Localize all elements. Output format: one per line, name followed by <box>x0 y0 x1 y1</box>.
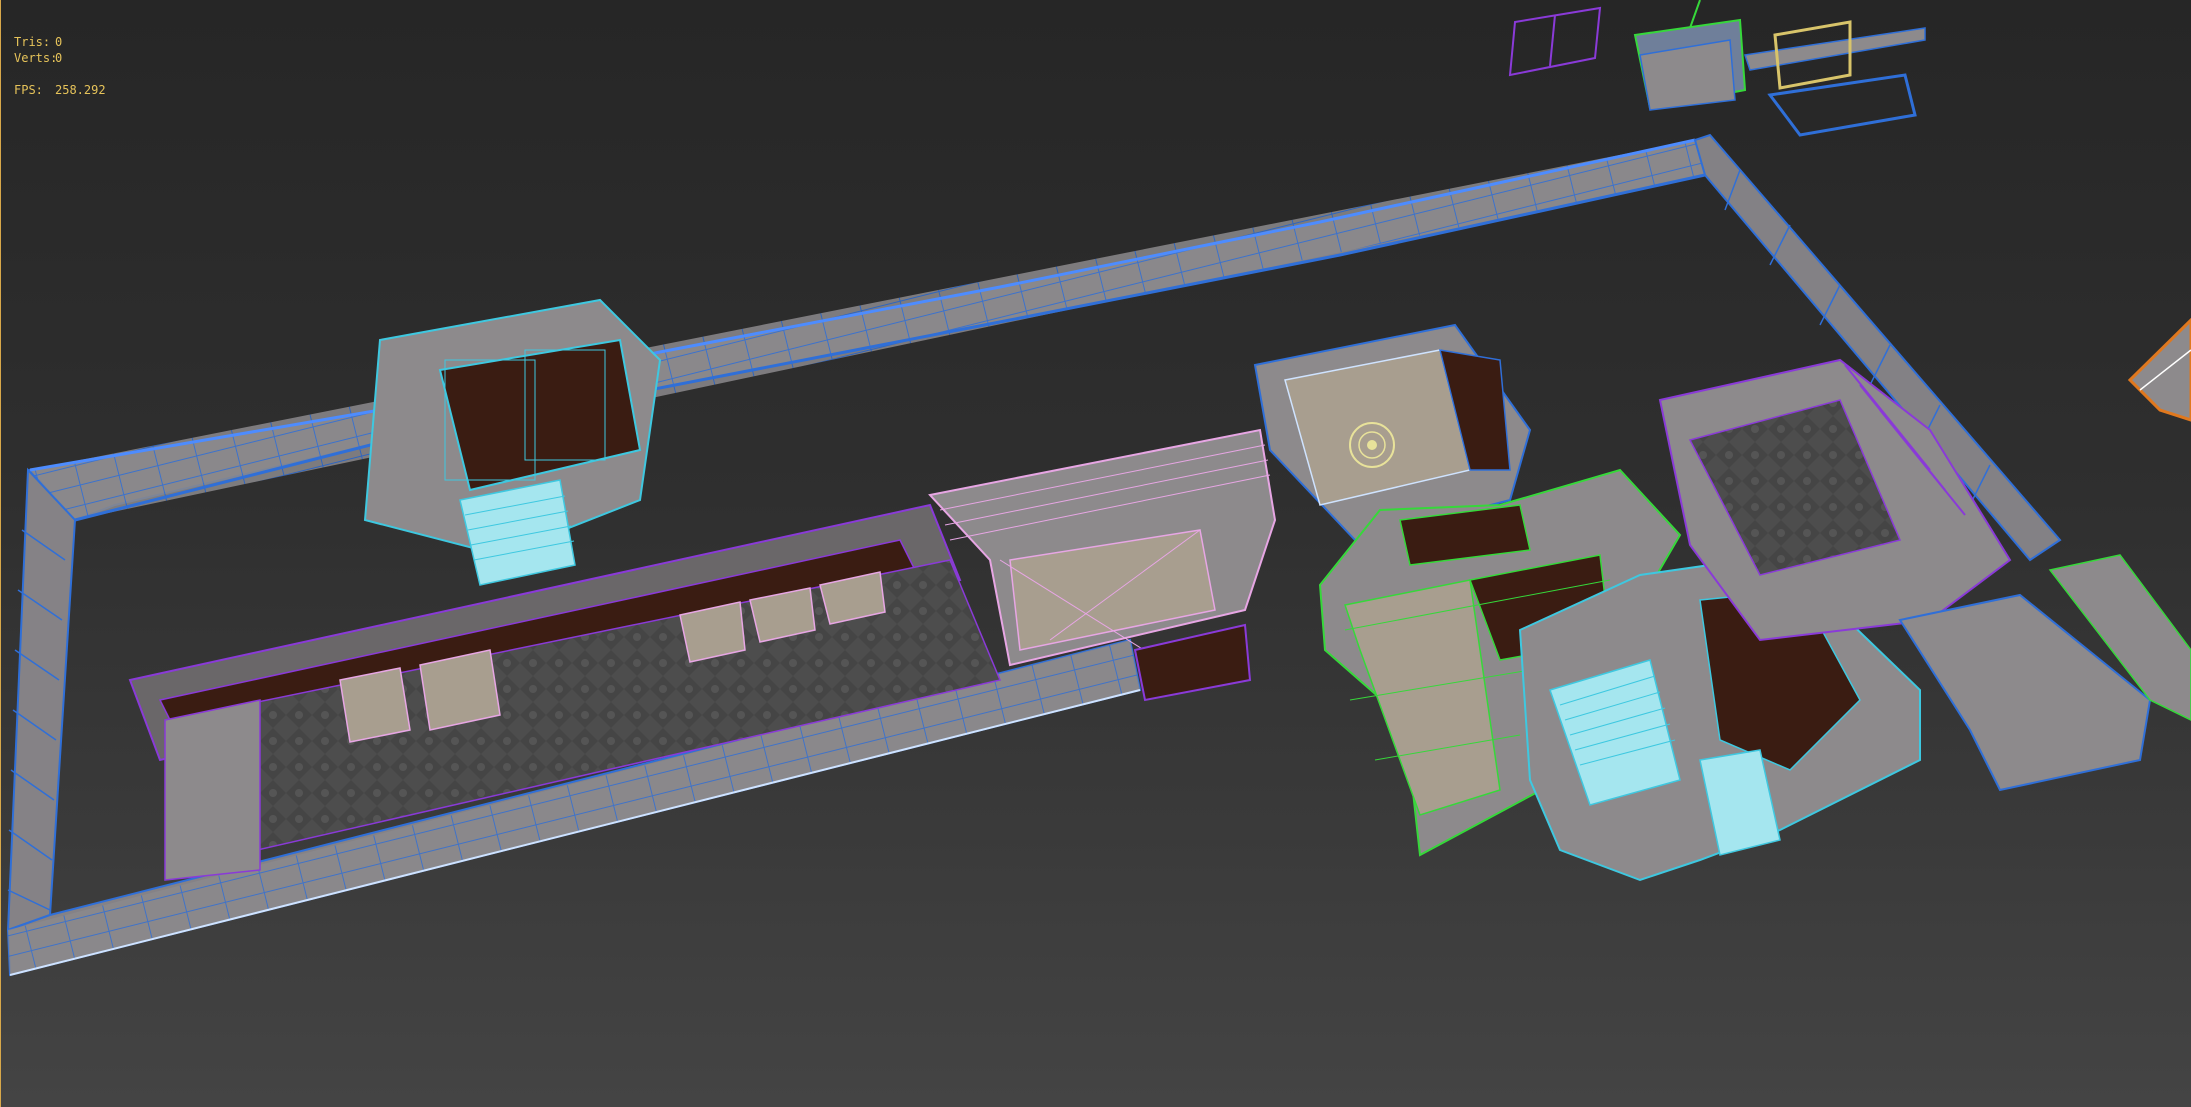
floating-parts[interactable] <box>1508 0 1926 137</box>
viewport-statistics: Tris: 0 Verts: 0 FPS: 258.292 <box>14 34 106 98</box>
verts-value: 0 <box>55 51 63 65</box>
tris-stat: Tris: 0 <box>14 34 106 50</box>
fps-value: 258.292 <box>55 83 106 97</box>
stair-block-left[interactable] <box>363 298 662 586</box>
verts-label: Verts: <box>14 51 58 65</box>
wireframe-scene[interactable] <box>0 0 2191 1107</box>
fps-stat: FPS: 258.292 <box>14 82 106 98</box>
railing-left[interactable] <box>6 467 77 932</box>
orange-fragment[interactable] <box>2127 317 2191 422</box>
tris-value: 0 <box>55 35 63 49</box>
tris-label: Tris: <box>14 35 51 49</box>
verts-stat: Verts: 0 <box>14 50 106 66</box>
3d-viewport[interactable]: Tris: 0 Verts: 0 FPS: 258.292 <box>0 0 2191 1107</box>
fps-label: FPS: <box>14 83 43 97</box>
